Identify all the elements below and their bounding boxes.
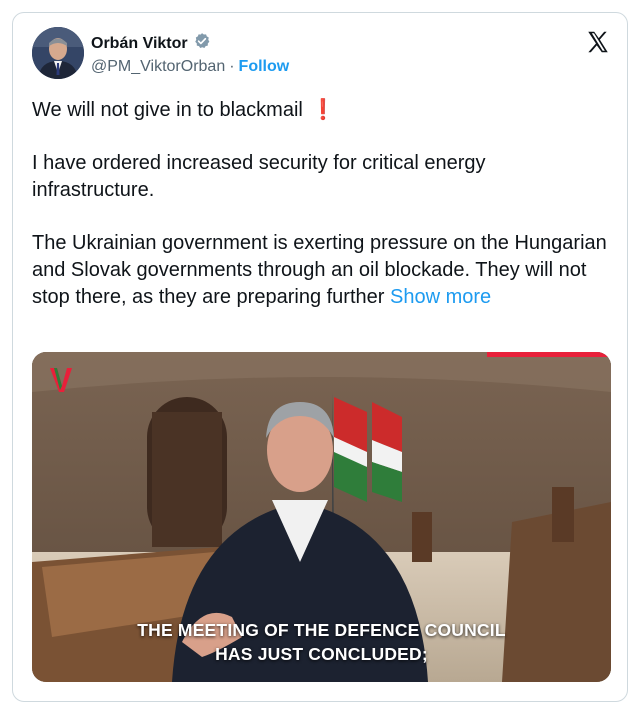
video-media[interactable]: THE MEETING OF THE DEFENCE COUNCIL HAS J… [32,352,611,682]
handle-row: @PM_ViktorOrban · Follow [91,58,289,76]
verified-badge-icon [193,32,211,55]
show-more-link[interactable]: Show more [390,286,491,308]
separator-dot: · [229,58,235,75]
tweet-paragraph-3-text: The Ukrainian government is exerting pre… [32,232,607,308]
author-name-row: Orbán Viktor [91,32,211,55]
tweet-line-1: We will not give in to blackmail ❗ [32,97,612,124]
tweet-line-1-text: We will not give in to blackmail [32,99,303,121]
author-name[interactable]: Orbán Viktor [91,35,188,53]
subtitle-line-2: HAS JUST CONCLUDED; [215,644,428,664]
progress-accent-bar [487,352,611,357]
follow-button[interactable]: Follow [239,58,290,76]
author-handle[interactable]: @PM_ViktorOrban [91,58,225,76]
tweet-card[interactable]: Orbán Viktor @PM_ViktorOrban · Follow We… [12,12,628,702]
tweet-text: We will not give in to blackmail ❗ I have… [32,97,612,311]
avatar[interactable] [32,27,84,79]
exclamation-emoji: ❗ [310,99,336,121]
tweet-paragraph-3: The Ukrainian government is exerting pre… [32,230,612,311]
video-subtitle: THE MEETING OF THE DEFENCE COUNCIL HAS J… [32,618,611,666]
tweet-paragraph-2: I have ordered increased security for cr… [32,152,486,201]
subtitle-line-1: THE MEETING OF THE DEFENCE COUNCIL [137,620,506,640]
